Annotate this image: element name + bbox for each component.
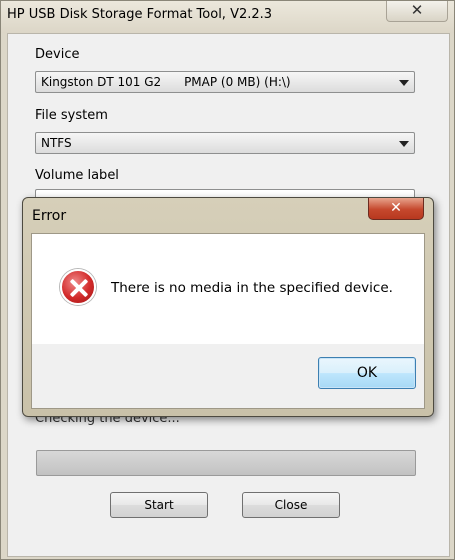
dialog-message-area: There is no media in the specified devic… (32, 234, 424, 344)
close-icon: ✕ (410, 1, 424, 19)
close-button[interactable]: Close (242, 492, 340, 518)
chevron-down-icon (399, 141, 409, 147)
error-dialog: Error ✕ There is no media in the specifi… (22, 197, 434, 417)
window-close-button[interactable]: ✕ (386, 1, 448, 22)
error-icon (60, 269, 96, 305)
window-title: HP USB Disk Storage Format Tool, V2.2.3 (7, 7, 273, 22)
device-label: Device (35, 47, 80, 62)
device-select[interactable]: Kingston DT 101 G2 PMAP (0 MB) (H:\) (35, 71, 415, 93)
close-icon: ✕ (390, 200, 402, 216)
start-button[interactable]: Start (110, 492, 208, 518)
filesystem-label: File system (35, 108, 108, 123)
ok-button[interactable]: OK (318, 357, 416, 389)
device-select-value: Kingston DT 101 G2 PMAP (0 MB) (H:\) (41, 75, 291, 89)
filesystem-select-value: NTFS (41, 136, 72, 150)
error-message: There is no media in the specified devic… (111, 280, 393, 296)
chevron-down-icon (399, 80, 409, 86)
dialog-title: Error (32, 208, 67, 224)
dialog-close-button[interactable]: ✕ (368, 198, 424, 220)
progress-bar (36, 450, 416, 476)
filesystem-select[interactable]: NTFS (35, 132, 415, 154)
title-bar: HP USB Disk Storage Format Tool, V2.2.3 … (1, 1, 454, 33)
volume-label: Volume label (35, 168, 119, 183)
dialog-body: There is no media in the specified devic… (31, 233, 425, 409)
